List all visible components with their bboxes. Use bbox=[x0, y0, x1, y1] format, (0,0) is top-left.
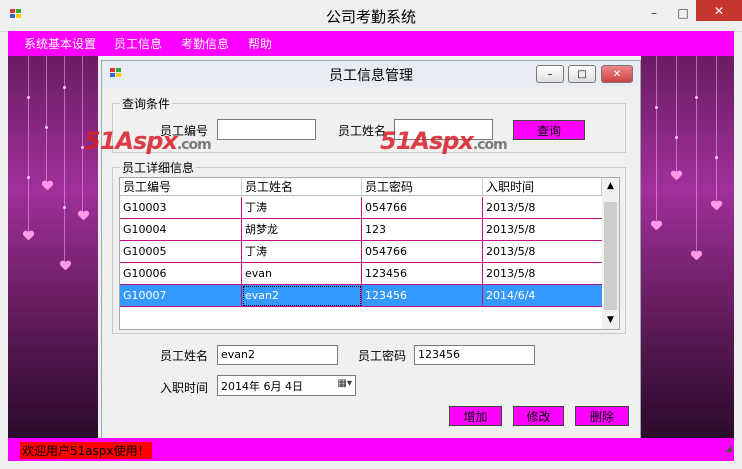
scroll-down-arrow-icon[interactable]: ▼ bbox=[602, 312, 619, 329]
edit-button[interactable]: 修改 bbox=[513, 406, 564, 426]
cell-name[interactable]: evan2 bbox=[242, 285, 362, 307]
edit-name-label: 员工姓名 bbox=[160, 349, 209, 363]
cell-hire-date[interactable]: 2014/6/4 bbox=[483, 285, 603, 307]
heart-icon bbox=[23, 231, 33, 240]
edit-name-input[interactable]: evan2 bbox=[217, 345, 338, 365]
cell-password[interactable]: 054766 bbox=[362, 197, 483, 219]
cell-hire-date[interactable]: 2013/5/8 bbox=[483, 241, 603, 263]
maximize-button[interactable]: □ bbox=[670, 4, 696, 22]
query-id-input[interactable] bbox=[217, 119, 316, 140]
details-group-label: 员工详细信息 bbox=[120, 159, 197, 176]
query-group-label: 查询条件 bbox=[120, 95, 173, 112]
table-row-selected[interactable]: G10007 evan2 123456 2014/6/4 bbox=[120, 285, 603, 307]
menu-item-help[interactable]: 帮助 bbox=[248, 35, 272, 52]
menu-item-employee-info[interactable]: 员工信息 bbox=[114, 35, 162, 52]
cell-name[interactable]: 丁涛 bbox=[242, 197, 362, 219]
cell-id[interactable]: G10007 bbox=[120, 285, 242, 307]
table-row[interactable]: G10006 evan 123456 2013/5/8 bbox=[120, 263, 603, 285]
table-row[interactable]: G10003 丁涛 054766 2013/5/8 bbox=[120, 197, 603, 219]
cell-id[interactable]: G10003 bbox=[120, 197, 242, 219]
cell-name[interactable]: 丁涛 bbox=[242, 241, 362, 263]
query-button[interactable]: 查询 bbox=[513, 120, 585, 140]
scrollbar-thumb[interactable] bbox=[604, 202, 617, 310]
cell-hire-date[interactable]: 2013/5/8 bbox=[483, 263, 603, 285]
heart-icon bbox=[711, 201, 721, 210]
cell-id[interactable]: G10004 bbox=[120, 219, 242, 241]
cell-id[interactable]: G10006 bbox=[120, 263, 242, 285]
column-header-hire-date[interactable]: 入职时间 bbox=[483, 178, 602, 196]
edit-date-value: 2014年 6月 4日 bbox=[221, 380, 303, 393]
edit-password-label: 员工密码 bbox=[358, 349, 407, 363]
cell-hire-date[interactable]: 2013/5/8 bbox=[483, 197, 603, 219]
form-maximize-button[interactable]: □ bbox=[568, 65, 596, 83]
cell-hire-date[interactable]: 2013/5/8 bbox=[483, 219, 603, 241]
form-titlebar: 员工信息管理 – □ ✕ bbox=[102, 61, 640, 87]
add-button[interactable]: 增加 bbox=[449, 406, 502, 426]
edit-password-input[interactable]: 123456 bbox=[414, 345, 535, 365]
heart-icon bbox=[60, 261, 70, 270]
heart-icon bbox=[42, 181, 52, 190]
left-decorative-panel bbox=[8, 56, 98, 438]
app-title: 公司考勤系统 bbox=[325, 8, 416, 26]
watermark-logo-left: 51Aspx.com bbox=[84, 127, 212, 155]
heart-icon bbox=[671, 171, 681, 180]
table-vertical-scrollbar[interactable]: ▲ ▼ bbox=[602, 178, 619, 329]
scroll-up-arrow-icon[interactable]: ▲ bbox=[602, 178, 619, 195]
cell-password[interactable]: 123 bbox=[362, 219, 483, 241]
minimize-button[interactable]: – bbox=[641, 4, 667, 22]
cell-password[interactable]: 054766 bbox=[362, 241, 483, 263]
heart-icon bbox=[691, 251, 701, 260]
edit-date-picker[interactable]: 2014年 6月 4日 ▦▾ bbox=[217, 375, 356, 396]
menu-item-system-settings[interactable]: 系统基本设置 bbox=[24, 35, 96, 52]
cell-password[interactable]: 123456 bbox=[362, 285, 483, 307]
close-button[interactable]: ✕ bbox=[696, 0, 742, 21]
form-minimize-button[interactable]: – bbox=[536, 65, 564, 83]
table-row[interactable]: G10005 丁涛 054766 2013/5/8 bbox=[120, 241, 603, 263]
menu-bar: 系统基本设置 员工信息 考勤信息 帮助 bbox=[8, 31, 734, 56]
status-bar: 欢迎用户51aspx使用！ ◢ bbox=[8, 438, 734, 461]
edit-date-label: 入职时间 bbox=[160, 381, 209, 395]
watermark-logo-right: 51Aspx.com bbox=[380, 127, 508, 155]
employee-table: 员工编号 员工姓名 员工密码 入职时间 G10003 丁涛 054766 201… bbox=[119, 177, 620, 330]
form-close-button[interactable]: ✕ bbox=[601, 65, 633, 83]
cell-name[interactable]: evan bbox=[242, 263, 362, 285]
cell-id[interactable]: G10005 bbox=[120, 241, 242, 263]
column-header-id[interactable]: 员工编号 bbox=[120, 178, 242, 196]
menu-item-attendance-info[interactable]: 考勤信息 bbox=[181, 35, 229, 52]
right-decorative-panel bbox=[641, 56, 734, 438]
cell-name[interactable]: 胡梦龙 bbox=[242, 219, 362, 241]
cell-password[interactable]: 123456 bbox=[362, 263, 483, 285]
column-header-name[interactable]: 员工姓名 bbox=[242, 178, 362, 196]
app-titlebar: 公司考勤系统 – □ ✕ bbox=[0, 0, 742, 32]
resize-grip-icon[interactable]: ◢ bbox=[725, 444, 732, 454]
delete-button[interactable]: 删除 bbox=[575, 406, 629, 426]
table-row[interactable]: G10004 胡梦龙 123 2013/5/8 bbox=[120, 219, 603, 241]
column-header-password[interactable]: 员工密码 bbox=[362, 178, 483, 196]
status-text: 欢迎用户51aspx使用！ bbox=[20, 442, 152, 459]
calendar-dropdown-icon[interactable]: ▦▾ bbox=[338, 378, 352, 389]
heart-icon bbox=[78, 211, 88, 220]
query-name-label: 员工姓名 bbox=[338, 124, 387, 138]
heart-icon bbox=[651, 221, 661, 230]
